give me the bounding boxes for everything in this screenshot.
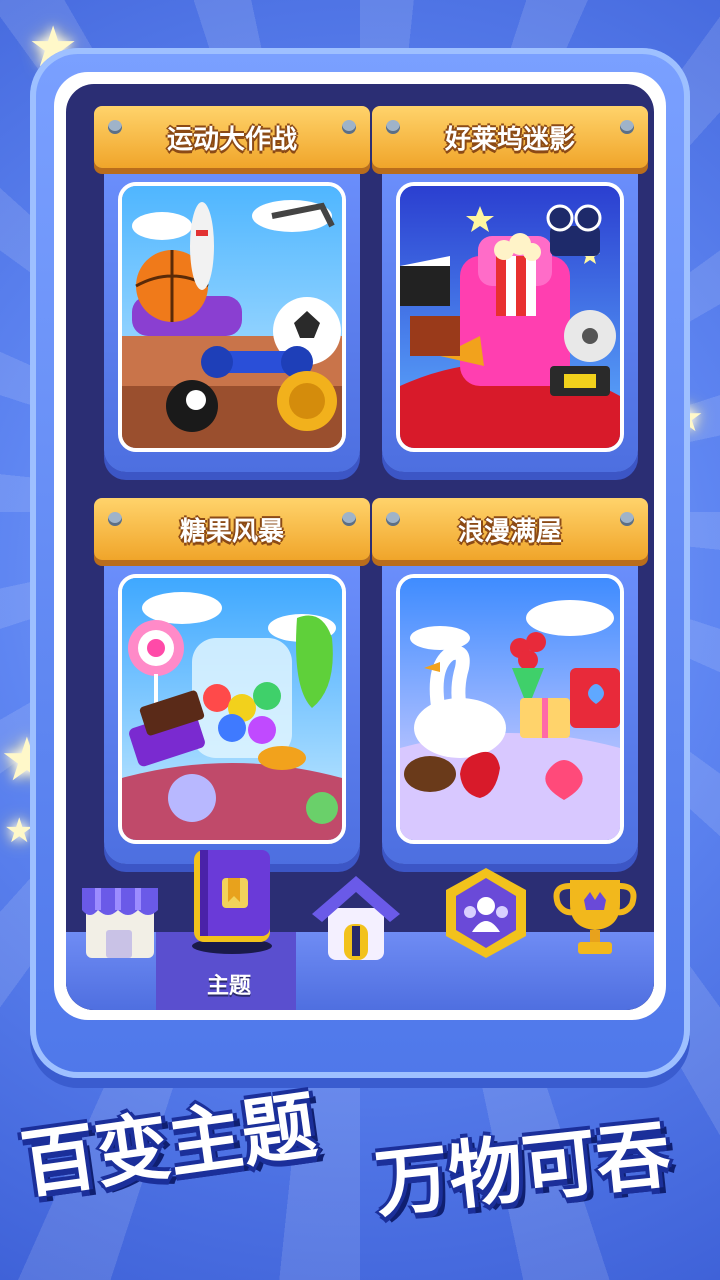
team-icon[interactable] — [442, 866, 530, 962]
nail-icon — [386, 512, 400, 526]
theme-banner: 运动大作战 — [94, 106, 370, 168]
home-icon[interactable] — [306, 868, 406, 964]
theme-banner: 好莱坞迷影 — [372, 106, 648, 168]
romance-theme-art — [396, 574, 624, 844]
trophy-icon[interactable] — [550, 870, 640, 960]
theme-title: 浪漫满屋 — [457, 516, 562, 547]
nail-icon — [108, 120, 122, 134]
nail-icon — [620, 120, 634, 134]
theme-title: 糖果风暴 — [179, 516, 284, 547]
candy-theme-art — [118, 574, 346, 844]
theme-title: 好莱坞迷影 — [444, 124, 575, 155]
theme-banner: 浪漫满屋 — [372, 498, 648, 560]
hollywood-theme-art — [396, 182, 624, 452]
theme-card-romance[interactable]: 浪漫满屋 — [372, 498, 648, 864]
nav-label-theme: 主题 — [206, 974, 251, 999]
nail-icon — [342, 512, 356, 526]
theme-card-candy[interactable]: 糖果风暴 — [94, 498, 370, 864]
nail-icon — [342, 120, 356, 134]
nail-icon — [386, 120, 400, 134]
theme-card-hollywood[interactable]: 好莱坞迷影 — [372, 106, 648, 472]
shop-icon[interactable] — [78, 880, 162, 962]
theme-banner: 糖果风暴 — [94, 498, 370, 560]
theme-title: 运动大作战 — [166, 124, 297, 155]
theme-screen: 运动大作战 好莱坞迷影 糖果风暴 浪漫满屋 主题 — [66, 84, 654, 1010]
theme-book-icon[interactable] — [182, 844, 282, 954]
sports-theme-art — [118, 182, 346, 452]
bottom-nav: 主题 — [66, 850, 654, 1010]
nail-icon — [620, 512, 634, 526]
nail-icon — [108, 512, 122, 526]
theme-card-sports[interactable]: 运动大作战 — [94, 106, 370, 472]
